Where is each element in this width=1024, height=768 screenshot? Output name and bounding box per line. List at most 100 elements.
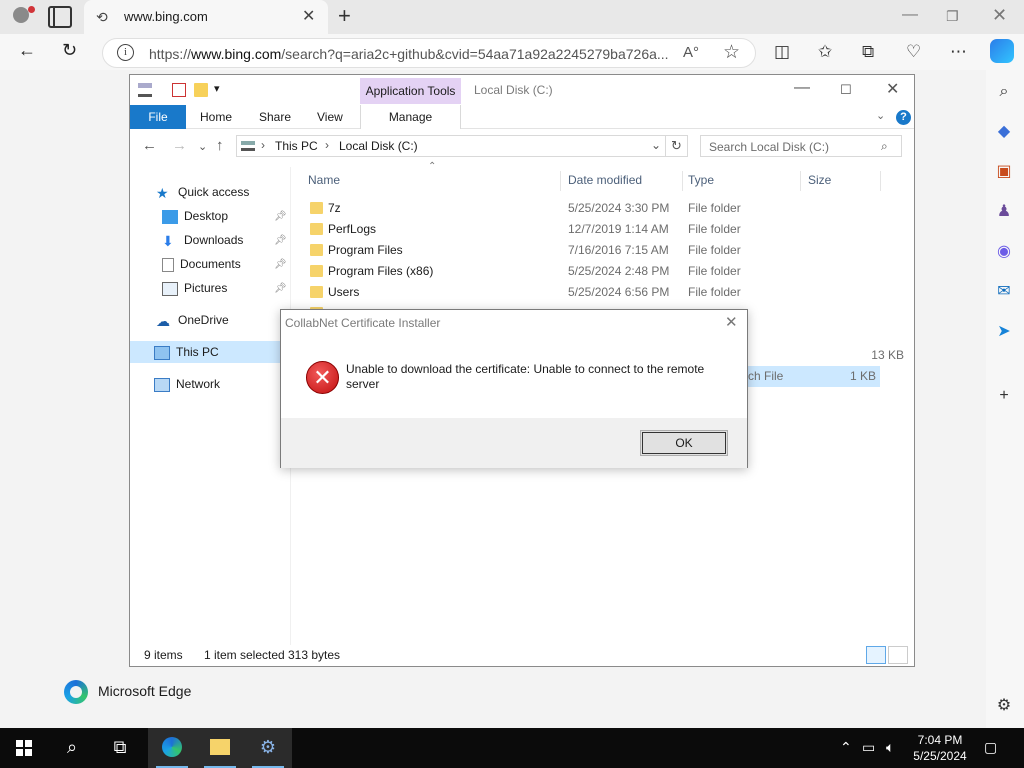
- nav-documents[interactable]: Documents: [162, 253, 241, 275]
- file-name: Program Files (x86): [328, 264, 434, 278]
- show-hidden-icons-icon[interactable]: ⌃: [840, 739, 852, 756]
- column-header-size[interactable]: Size: [808, 169, 831, 191]
- explorer-minimize-button[interactable]: —: [794, 79, 810, 97]
- profile-notification-dot: [28, 6, 35, 13]
- details-view-icon[interactable]: [866, 646, 886, 664]
- path-separator-icon[interactable]: ›: [325, 138, 329, 152]
- sidebar-settings-icon[interactable]: ⚙: [994, 696, 1014, 716]
- search-icon[interactable]: ⌕: [881, 139, 888, 154]
- tab-actions-icon[interactable]: [48, 6, 72, 28]
- expand-ribbon-icon[interactable]: ⌄: [876, 109, 885, 122]
- url-text[interactable]: https://www.bing.com/search?q=aria2c+git…: [149, 46, 669, 62]
- table-row[interactable]: Program Files (x86) 5/25/2024 2:48 PM Fi…: [300, 261, 910, 282]
- nav-downloads[interactable]: ⬇ Downloads: [162, 229, 243, 251]
- taskbar-explorer-button[interactable]: [196, 728, 244, 768]
- split-screen-icon[interactable]: ◫: [774, 42, 790, 62]
- path-separator-icon[interactable]: ›: [261, 138, 265, 152]
- column-divider[interactable]: [800, 171, 801, 191]
- refresh-icon[interactable]: ↻: [666, 135, 688, 157]
- tab-home[interactable]: Home: [200, 105, 232, 129]
- column-divider[interactable]: [560, 171, 561, 191]
- explorer-back-button[interactable]: ←: [142, 137, 157, 154]
- table-row[interactable]: PerfLogs 12/7/2019 1:14 AM File folder: [300, 219, 910, 240]
- file-date: 7/16/2016 7:15 AM: [568, 243, 669, 257]
- ok-button[interactable]: OK: [640, 430, 728, 456]
- path-dropdown-icon[interactable]: ⌄: [651, 138, 661, 152]
- column-header-type[interactable]: Type: [688, 169, 714, 191]
- nav-quick-access[interactable]: ★ Quick access: [156, 181, 249, 203]
- nav-network[interactable]: Network: [154, 373, 220, 395]
- network-icon: [154, 377, 170, 392]
- task-view-button[interactable]: ⧉: [96, 728, 144, 768]
- nav-this-pc[interactable]: This PC: [130, 341, 290, 363]
- explorer-forward-button[interactable]: →: [172, 137, 187, 154]
- taskbar-search-button[interactable]: ⌕: [48, 728, 96, 768]
- help-icon[interactable]: ?: [896, 110, 911, 125]
- breadcrumb-this-pc[interactable]: This PC: [275, 139, 318, 153]
- nav-desktop[interactable]: Desktop: [162, 205, 228, 227]
- favorites-icon[interactable]: ✩: [818, 42, 832, 62]
- notifications-icon[interactable]: ▢: [984, 739, 997, 756]
- settings-more-icon[interactable]: ⋯: [950, 42, 967, 62]
- large-icons-view-icon[interactable]: [888, 646, 908, 664]
- new-folder-icon[interactable]: [194, 83, 208, 97]
- office-icon[interactable]: ◉: [994, 242, 1014, 262]
- cloud-icon: ☁: [156, 312, 170, 329]
- people-icon[interactable]: ♟: [994, 202, 1014, 222]
- column-divider[interactable]: [880, 171, 881, 191]
- profile-button[interactable]: [8, 4, 35, 30]
- recent-locations-button[interactable]: ⌄: [198, 140, 207, 153]
- column-header-name[interactable]: Name: [308, 169, 340, 191]
- add-sidebar-app-icon[interactable]: +: [994, 386, 1014, 406]
- up-button[interactable]: ↑: [216, 137, 224, 154]
- site-info-icon[interactable]: i: [117, 44, 134, 61]
- taskbar-installer-button[interactable]: ⚙: [244, 728, 292, 768]
- volume-muted-icon[interactable]: 🔈︎: [886, 739, 894, 756]
- close-window-button[interactable]: ✕: [992, 5, 1007, 26]
- clock[interactable]: 7:04 PM 5/25/2024: [908, 732, 972, 764]
- column-header-date[interactable]: Date modified: [568, 169, 642, 191]
- path-bar[interactable]: › This PC › Local Disk (C:) ⌄: [236, 135, 666, 157]
- tools-briefcase-icon[interactable]: ▣: [994, 162, 1014, 182]
- explorer-status-bar: 9 items 1 item selected 313 bytes: [130, 643, 914, 667]
- nav-onedrive[interactable]: ☁ OneDrive: [156, 309, 229, 331]
- new-tab-button[interactable]: +: [338, 3, 351, 29]
- start-button[interactable]: [16, 740, 32, 756]
- search-icon[interactable]: ⌕: [994, 82, 1014, 102]
- breadcrumb-local-disk[interactable]: Local Disk (C:): [339, 139, 418, 153]
- tab-share[interactable]: Share: [259, 105, 291, 129]
- table-row[interactable]: Users 5/25/2024 6:56 PM File folder: [300, 282, 910, 303]
- explorer-search-box[interactable]: Search Local Disk (C:) ⌕: [700, 135, 902, 157]
- browser-tab[interactable]: ⟲ www.bing.com ✕: [84, 0, 328, 34]
- table-row[interactable]: Program Files 7/16/2016 7:15 AM File fol…: [300, 240, 910, 261]
- column-divider[interactable]: [682, 171, 683, 191]
- send-icon[interactable]: ➤: [994, 322, 1014, 342]
- nav-pictures[interactable]: Pictures: [162, 277, 227, 299]
- collections-icon[interactable]: ⧉: [862, 42, 874, 62]
- shopping-tag-icon[interactable]: ◆: [994, 122, 1014, 142]
- taskbar-edge-button[interactable]: [148, 728, 196, 768]
- browser-essentials-icon[interactable]: ♡: [906, 42, 921, 62]
- minimize-button[interactable]: —: [902, 6, 918, 24]
- navigation-pane: ★ Quick access Desktop 📌︎ ⬇ Downloads 📌︎ D…: [130, 167, 290, 645]
- customize-toolbar-icon[interactable]: ▾: [214, 82, 228, 96]
- table-row[interactable]: 7z 5/25/2024 3:30 PM File folder: [300, 198, 910, 219]
- maximize-button[interactable]: ❐: [946, 8, 959, 25]
- favorite-star-icon[interactable]: ☆: [723, 41, 740, 64]
- copilot-icon[interactable]: [990, 39, 1014, 63]
- dialog-close-button[interactable]: ✕: [725, 313, 738, 331]
- tab-close-icon[interactable]: ✕: [302, 6, 315, 26]
- tab-file[interactable]: File: [130, 105, 186, 129]
- table-row-selected[interactable]: atch File 1 KB: [738, 366, 880, 387]
- back-button[interactable]: ←: [18, 40, 36, 61]
- tab-view[interactable]: View: [317, 105, 343, 129]
- outlook-icon[interactable]: ✉: [994, 282, 1014, 302]
- explorer-maximize-button[interactable]: ☐: [840, 82, 852, 98]
- network-status-icon[interactable]: ▭: [862, 739, 875, 756]
- address-bar[interactable]: i https://www.bing.com/search?q=aria2c+g…: [102, 38, 756, 68]
- explorer-close-button[interactable]: ✕: [886, 79, 899, 99]
- refresh-button[interactable]: ↻: [62, 40, 77, 61]
- properties-icon[interactable]: [172, 83, 186, 97]
- tab-manage[interactable]: Manage: [360, 105, 461, 129]
- read-aloud-icon[interactable]: A°: [683, 44, 699, 61]
